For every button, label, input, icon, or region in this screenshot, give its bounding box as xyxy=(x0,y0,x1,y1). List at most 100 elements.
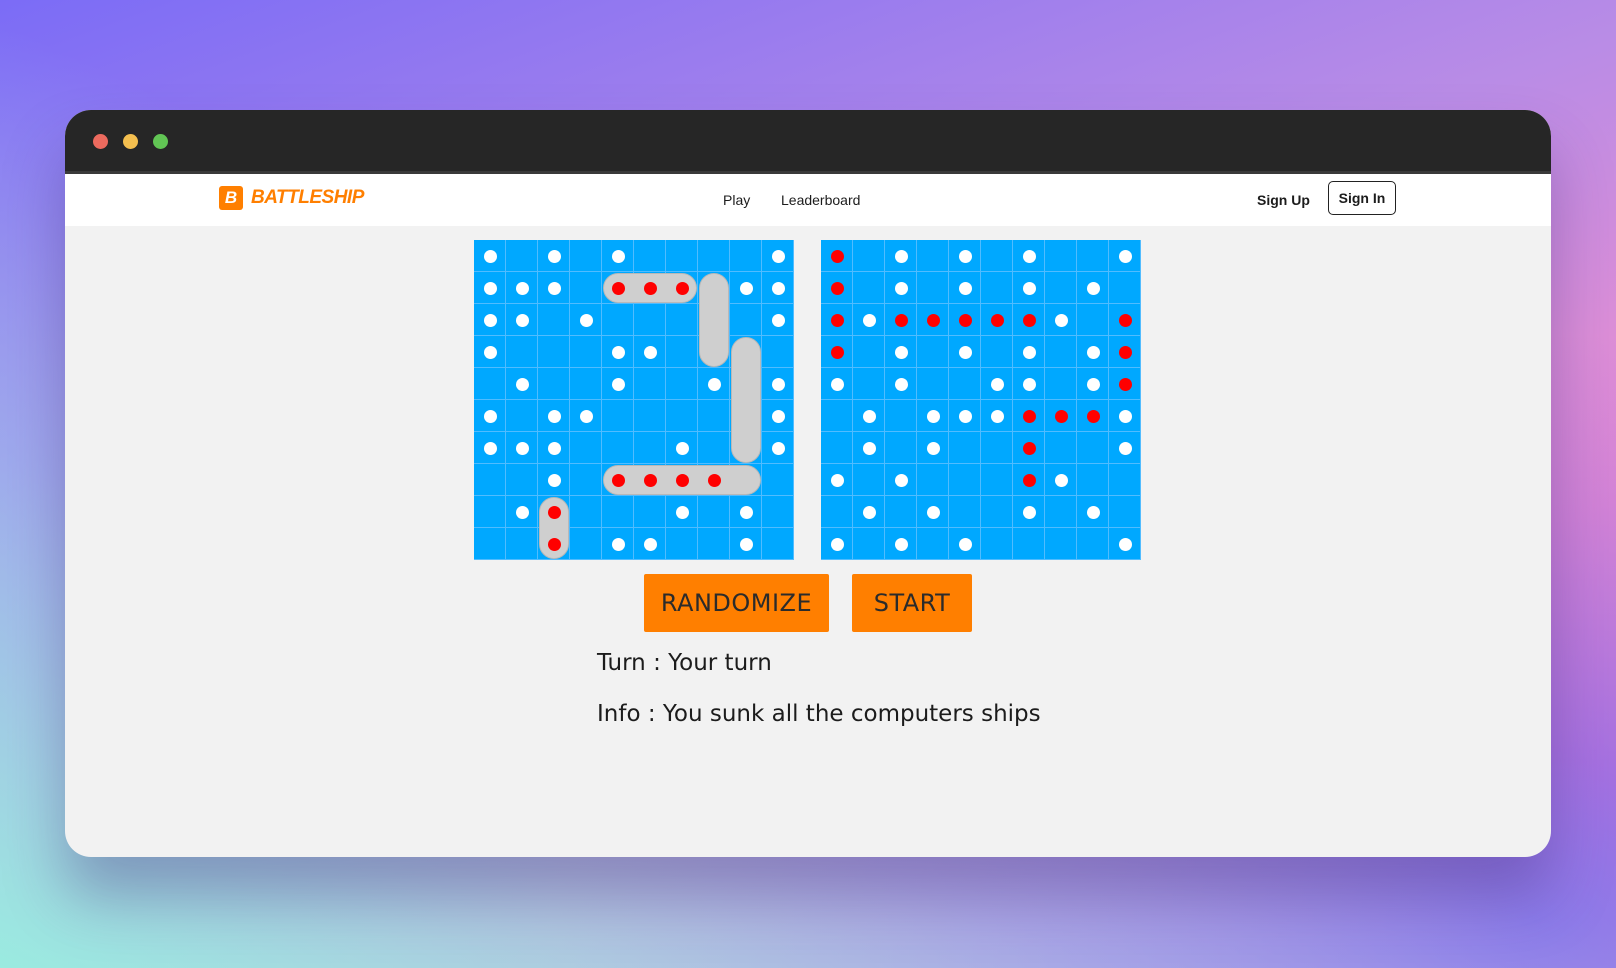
sign-up-link[interactable]: Sign Up xyxy=(1257,192,1310,208)
computer-board-cell[interactable] xyxy=(1013,528,1045,560)
computer-board-cell[interactable] xyxy=(917,368,949,400)
computer-board-cell[interactable] xyxy=(1045,272,1077,304)
computer-board-cell[interactable] xyxy=(981,336,1013,368)
player-board-miss-marker xyxy=(643,345,657,359)
computer-board-miss-marker xyxy=(1118,441,1132,455)
computer-board-cell[interactable] xyxy=(1109,464,1141,496)
info-status: Info : You sunk all the computers ships xyxy=(597,701,1041,727)
computer-board-cell[interactable] xyxy=(917,464,949,496)
player-board-cell xyxy=(762,528,794,560)
computer-board-miss-marker xyxy=(830,377,844,391)
player-board-cell xyxy=(602,496,634,528)
minimize-window-button[interactable] xyxy=(123,134,138,149)
player-board-miss-marker xyxy=(547,281,561,295)
computer-board-miss-marker xyxy=(926,441,940,455)
computer-board-miss-marker xyxy=(1086,345,1100,359)
computer-board-cell[interactable] xyxy=(1077,240,1109,272)
computer-board-hit-marker xyxy=(1086,409,1100,423)
computer-board-cell[interactable] xyxy=(1045,368,1077,400)
player-board-ship[interactable] xyxy=(731,337,761,463)
player-board-cell xyxy=(570,336,602,368)
computer-board-cell[interactable] xyxy=(981,432,1013,464)
computer-board-miss-marker xyxy=(958,537,972,551)
player-board-cell xyxy=(634,368,666,400)
computer-board-cell[interactable] xyxy=(821,432,853,464)
computer-board-cell[interactable] xyxy=(949,368,981,400)
computer-board-cell[interactable] xyxy=(917,272,949,304)
maximize-window-button[interactable] xyxy=(153,134,168,149)
close-window-button[interactable] xyxy=(93,134,108,149)
computer-board-cell[interactable] xyxy=(821,496,853,528)
player-board-miss-marker xyxy=(579,409,593,423)
start-button[interactable]: START xyxy=(852,574,972,632)
player-board-cell xyxy=(474,368,506,400)
computer-board-cell[interactable] xyxy=(1045,336,1077,368)
computer-board-cell[interactable] xyxy=(949,432,981,464)
logo-text: BATTLESHIP xyxy=(251,187,364,208)
player-board-cell xyxy=(570,528,602,560)
computer-board-cell[interactable] xyxy=(853,272,885,304)
computer-board-cell[interactable] xyxy=(1045,496,1077,528)
sign-in-button[interactable]: Sign In xyxy=(1328,181,1396,215)
computer-board-miss-marker xyxy=(1054,313,1068,327)
player-board-cell xyxy=(506,336,538,368)
navbar: B BATTLESHIP Play Leaderboard Sign Up Si… xyxy=(65,174,1551,226)
player-board-hit-marker xyxy=(675,473,689,487)
computer-board-cell[interactable] xyxy=(949,464,981,496)
player-board-cell xyxy=(506,400,538,432)
player-board-cell xyxy=(602,432,634,464)
computer-board-cell[interactable] xyxy=(853,368,885,400)
computer-board-cell[interactable] xyxy=(981,528,1013,560)
computer-board-cell[interactable] xyxy=(1077,528,1109,560)
player-board-cell xyxy=(634,304,666,336)
computer-board-miss-marker xyxy=(926,409,940,423)
logo[interactable]: B BATTLESHIP xyxy=(219,186,364,210)
player-board-cell xyxy=(762,496,794,528)
computer-board-cell[interactable] xyxy=(853,528,885,560)
player-board-hit-marker xyxy=(707,473,721,487)
computer-board-miss-marker xyxy=(1118,537,1132,551)
computer-board-cell[interactable] xyxy=(1077,464,1109,496)
player-board-miss-marker xyxy=(547,249,561,263)
randomize-button[interactable]: RANDOMIZE xyxy=(644,574,829,632)
computer-board-cell[interactable] xyxy=(981,240,1013,272)
player-board-hit-marker xyxy=(643,281,657,295)
computer-board-cell[interactable] xyxy=(917,240,949,272)
computer-board-cell[interactable] xyxy=(949,496,981,528)
computer-board-cell[interactable] xyxy=(1045,528,1077,560)
computer-board-hit-marker xyxy=(1118,377,1132,391)
player-board-ship[interactable] xyxy=(699,273,729,367)
computer-board-cell[interactable] xyxy=(885,496,917,528)
player-board-cell xyxy=(666,528,698,560)
computer-board-cell[interactable] xyxy=(885,400,917,432)
computer-board-cell[interactable] xyxy=(1109,272,1141,304)
computer-board-cell[interactable] xyxy=(821,400,853,432)
computer-board-miss-marker xyxy=(862,313,876,327)
computer-board-cell[interactable] xyxy=(1045,240,1077,272)
player-board-cell xyxy=(474,528,506,560)
computer-board-cell[interactable] xyxy=(1077,432,1109,464)
computer-board-hit-marker xyxy=(958,313,972,327)
computer-board-cell[interactable] xyxy=(917,336,949,368)
player-board-miss-marker xyxy=(771,377,785,391)
player-board-miss-marker xyxy=(483,313,497,327)
player-board-miss-marker xyxy=(515,441,529,455)
player-board-hit-marker xyxy=(547,537,561,551)
computer-board-cell[interactable] xyxy=(981,496,1013,528)
computer-board-cell[interactable] xyxy=(1077,304,1109,336)
computer-board-cell[interactable] xyxy=(1045,432,1077,464)
computer-board-cell[interactable] xyxy=(853,240,885,272)
computer-board-cell[interactable] xyxy=(1109,496,1141,528)
computer-board-cell[interactable] xyxy=(853,336,885,368)
computer-board-cell[interactable] xyxy=(853,464,885,496)
player-board-cell xyxy=(634,240,666,272)
nav-link-leaderboard[interactable]: Leaderboard xyxy=(781,192,860,208)
computer-board-cell[interactable] xyxy=(981,464,1013,496)
computer-board-cell[interactable] xyxy=(885,432,917,464)
player-board-cell xyxy=(698,240,730,272)
computer-board-cell[interactable] xyxy=(981,272,1013,304)
player-board-cell xyxy=(538,368,570,400)
player-board xyxy=(474,240,794,560)
nav-link-play[interactable]: Play xyxy=(723,192,750,208)
computer-board-cell[interactable] xyxy=(917,528,949,560)
